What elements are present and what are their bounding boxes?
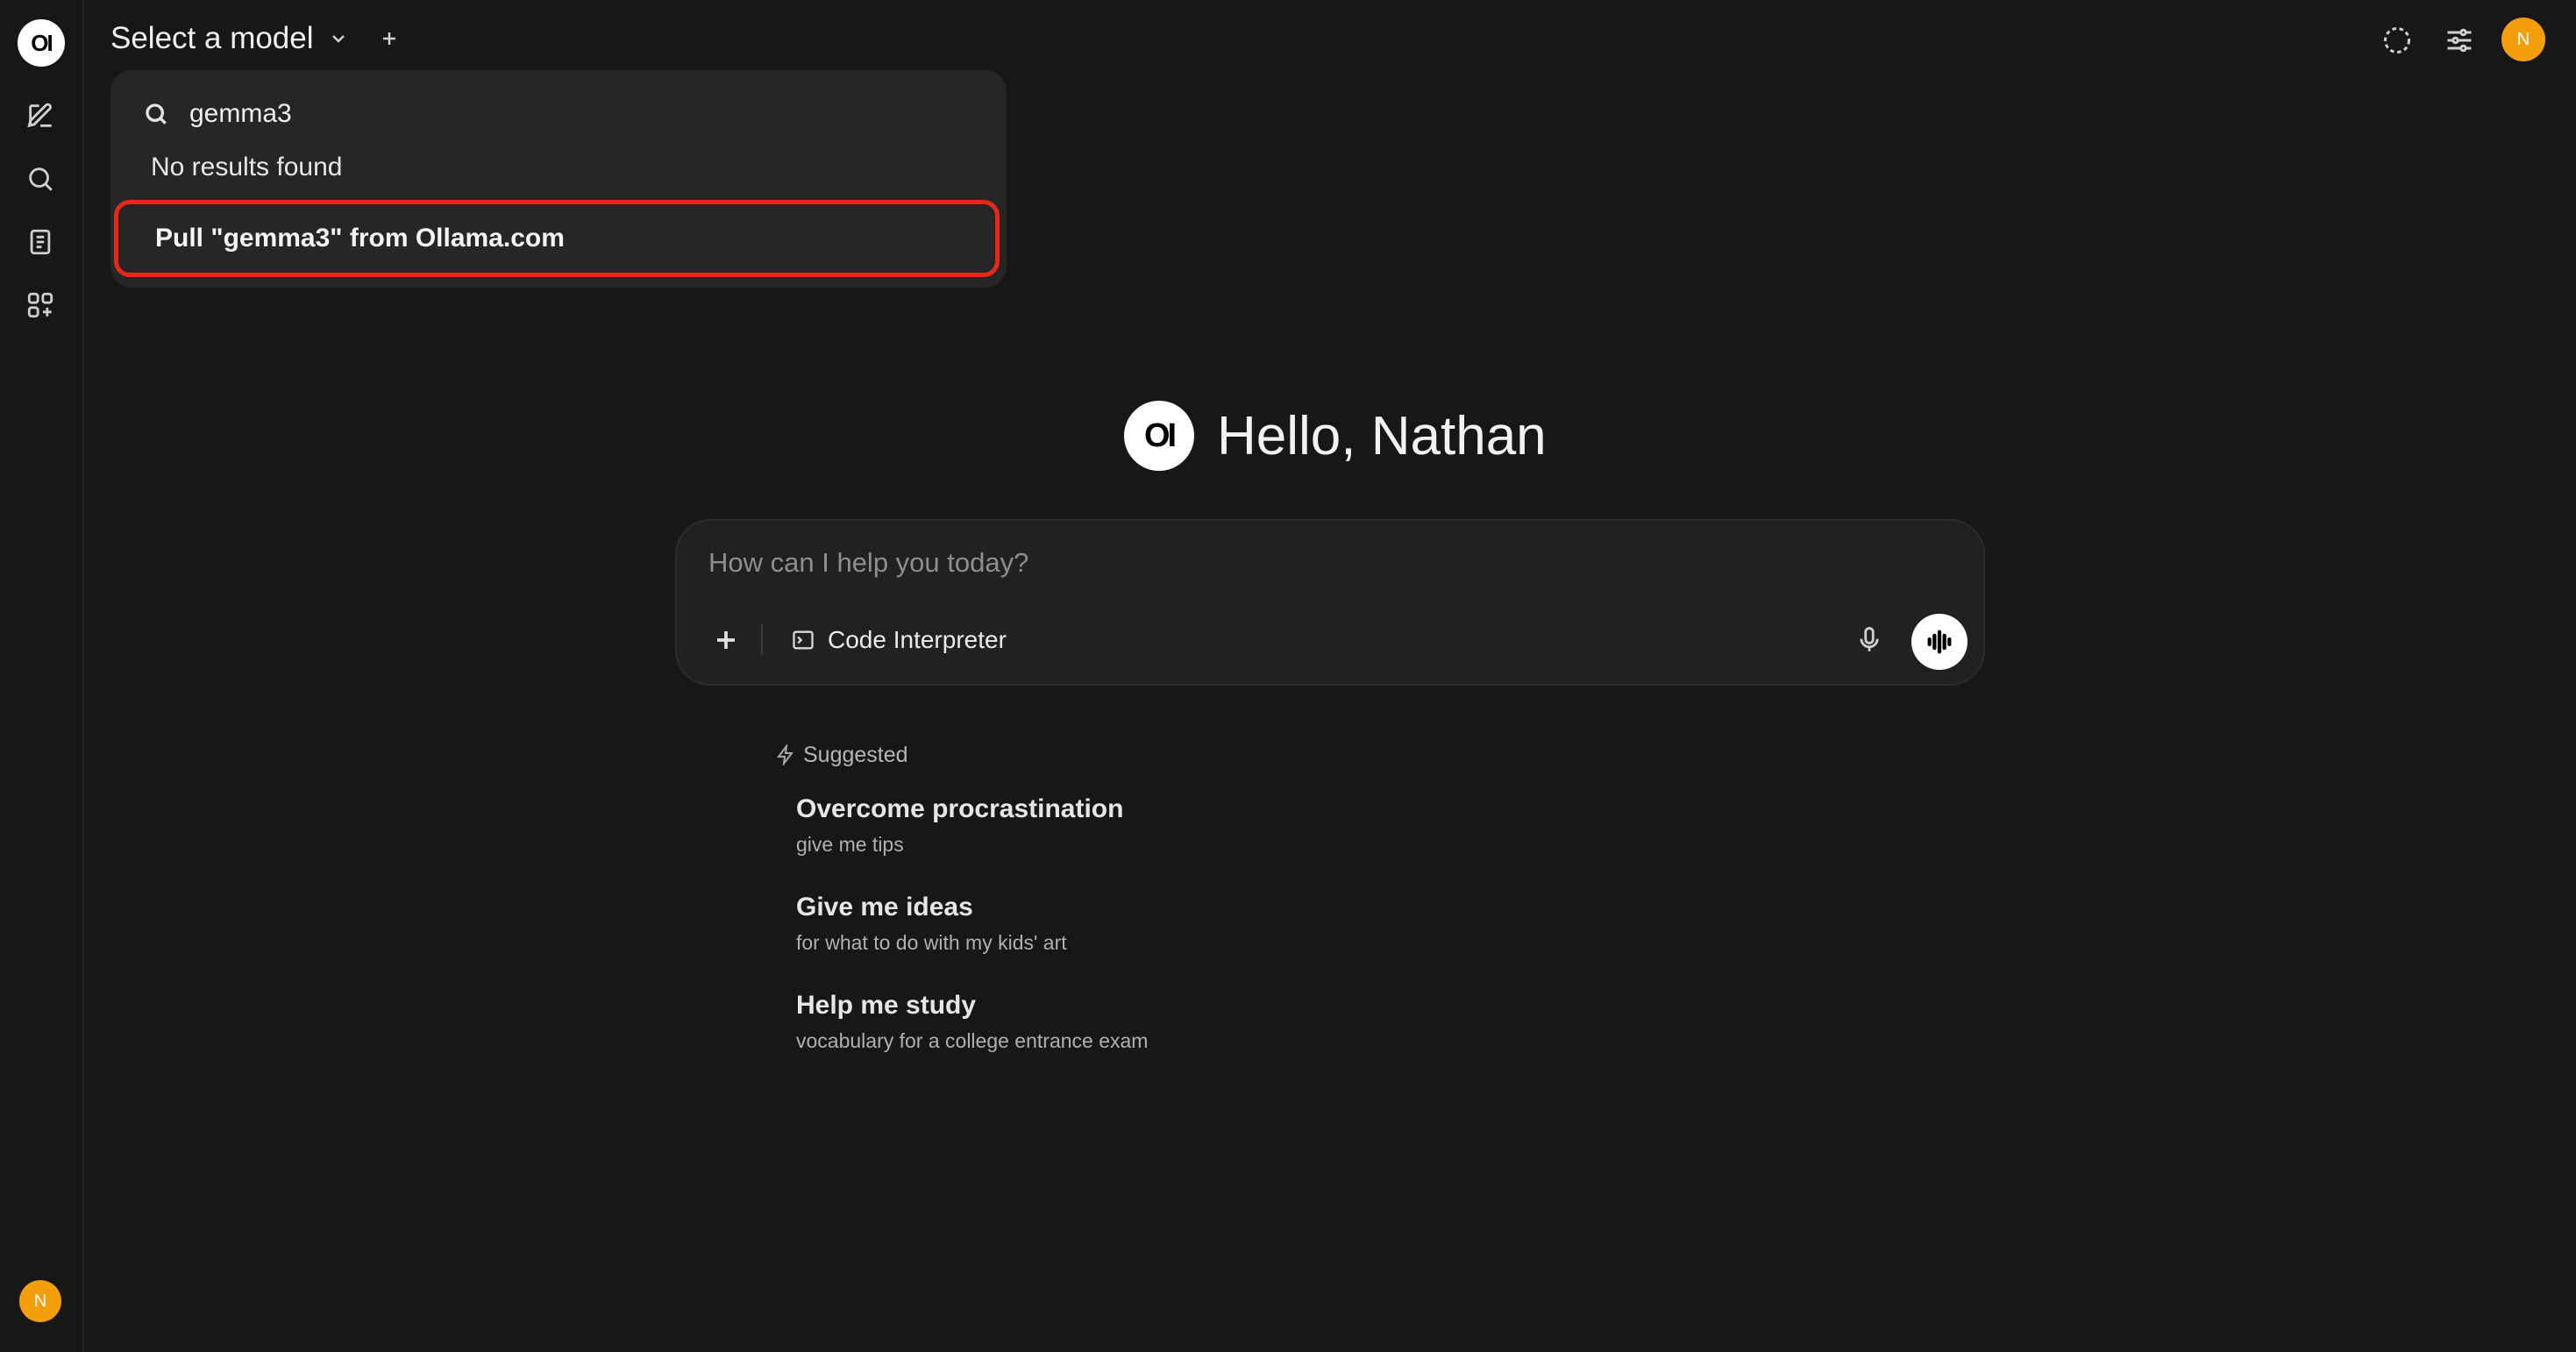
code-interpreter-toggle[interactable]: Code Interpreter [791,619,1007,661]
model-selector[interactable]: Select a model [110,16,349,61]
notes-icon[interactable] [23,224,58,260]
suggested-header: Suggested [775,740,908,770]
chat-input-box: Code Interpreter [675,519,1985,686]
attach-button[interactable] [707,621,745,659]
user-avatar-top[interactable]: N [2501,18,2545,61]
pull-model-option[interactable]: Pull "gemma3" from Ollama.com [114,200,1000,277]
user-avatar[interactable]: N [19,1280,61,1322]
model-search-input[interactable] [189,99,891,129]
suggestion-item[interactable]: Overcome procrastination give me tips [796,794,1410,857]
plus-icon [383,32,395,45]
workspace-icon[interactable] [23,288,58,323]
terminal-icon [793,630,814,650]
suggested-label: Suggested [803,742,908,767]
search-icon [146,103,167,125]
controls-icon[interactable] [2438,19,2480,61]
suggestion-subtitle: vocabulary for a college entrance exam [796,1029,1149,1052]
greeting: OI Hello, Nathan [1124,400,1547,472]
temporary-chat-icon[interactable] [2376,19,2418,61]
divider [761,624,763,656]
app-window: OI N Select a model N No resul [0,0,2576,1352]
no-results-text: No results found [151,153,343,181]
microphone-icon [1860,627,1879,651]
sidebar: OI N [0,0,84,1352]
search-icon[interactable] [23,161,58,196]
app-logo[interactable]: OI [18,19,65,67]
suggestion-subtitle: give me tips [796,833,904,856]
waveform-icon [1927,630,1952,654]
suggestion-item[interactable]: Give me ideas for what to do with my kid… [796,893,1410,955]
model-search [142,95,984,133]
suggestion-title: Overcome procrastination [796,794,1124,823]
plus-icon [717,631,735,649]
greeting-text: Hello, Nathan [1217,405,1547,466]
chevron-down-icon [331,35,345,43]
suggestion-title: Help me study [796,991,977,1020]
suggestion-item[interactable]: Help me study vocabulary for a college e… [796,991,1410,1053]
model-dropdown: No results found Pull "gemma3" from Olla… [110,70,1007,288]
new-chat-icon[interactable] [23,98,58,133]
voice-mode-button[interactable] [1911,614,1968,670]
bolt-icon [777,744,793,765]
model-selector-label: Select a model [110,21,314,55]
chat-input[interactable] [708,547,1936,596]
code-interpreter-label: Code Interpreter [828,626,1007,653]
suggestion-subtitle: for what to do with my kids' art [796,931,1067,954]
add-model-button[interactable] [372,21,407,56]
microphone-button[interactable] [1848,619,1890,661]
model-logo: OI [1124,401,1194,471]
suggestion-title: Give me ideas [796,893,973,921]
